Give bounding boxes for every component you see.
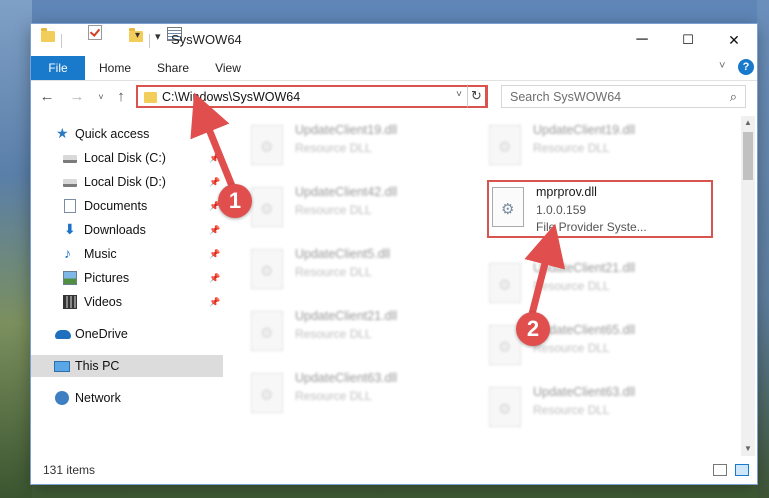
arrow-1 xyxy=(190,92,236,190)
annotation-arrows xyxy=(190,92,566,318)
callout-2: 2 xyxy=(516,312,550,346)
arrow-2 xyxy=(524,223,566,318)
callout-1: 1 xyxy=(218,184,252,218)
